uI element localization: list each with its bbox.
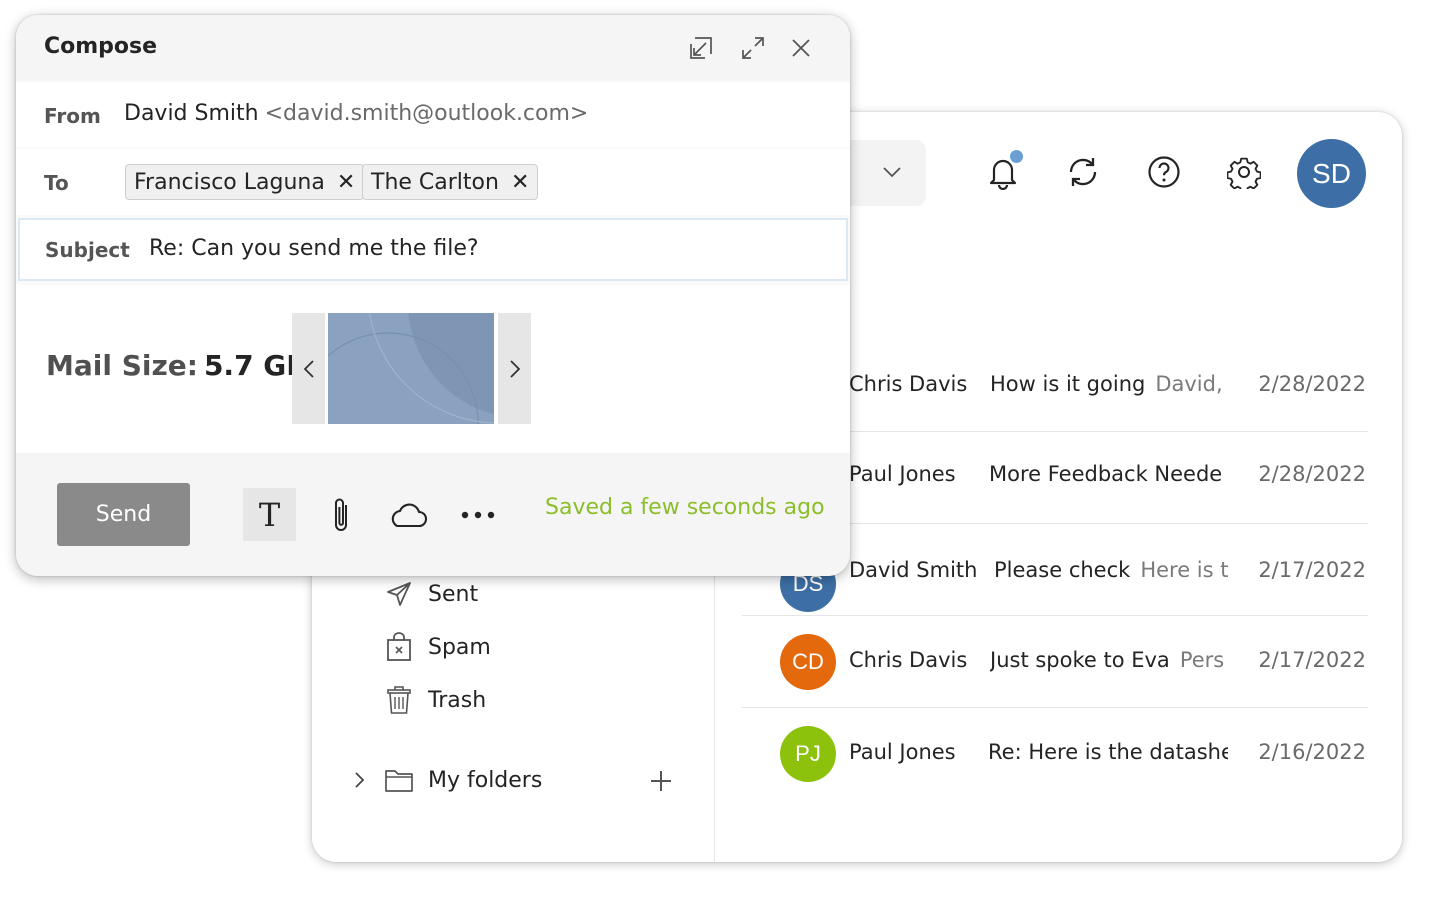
- message-subject-line: More Feedback Neede ...: [989, 462, 1229, 486]
- message-date: 2/28/2022: [1258, 372, 1366, 396]
- format-text-button[interactable]: T: [243, 488, 296, 541]
- message-subject-line: Please check Here is t ...: [994, 558, 1234, 582]
- plus-icon: [651, 771, 671, 791]
- carousel-next-button[interactable]: [498, 313, 531, 424]
- from-name: David Smith: [124, 101, 259, 126]
- to-field[interactable]: To Francisco Laguna ✕ The Carlton ✕: [16, 149, 850, 215]
- from-label: From: [44, 104, 101, 128]
- message-subject: More Feedback Neede ...: [989, 462, 1229, 486]
- from-value[interactable]: David Smith <david.smith@outlook.com>: [124, 101, 588, 126]
- spam-icon: [384, 632, 414, 662]
- folder-item-spam[interactable]: Spam: [384, 629, 491, 665]
- message-preview: Here is t ...: [1140, 558, 1234, 582]
- my-folders-item[interactable]: My folders: [352, 762, 542, 798]
- add-folder-button[interactable]: [648, 768, 674, 794]
- more-icon: [461, 511, 494, 518]
- mail-size: Mail Size: 5.7 GB: [46, 349, 308, 382]
- trash-icon: [384, 685, 414, 715]
- to-label: To: [44, 171, 69, 195]
- folder-item-trash[interactable]: Trash: [384, 682, 486, 718]
- mail-size-label: Mail Size:: [46, 349, 198, 382]
- subject-input[interactable]: Re: Can you send me the file?: [149, 236, 479, 261]
- chevron-left-icon: [303, 359, 314, 378]
- message-preview: Pers ...: [1179, 648, 1230, 672]
- message-subject-line: Just spoke to Eva Pers ...: [990, 648, 1230, 672]
- close-button[interactable]: [785, 32, 817, 64]
- message-subject: Just spoke to Eva: [990, 648, 1170, 672]
- compose-header: Compose: [16, 15, 850, 81]
- message-subject: How is it going: [990, 372, 1146, 396]
- compose-window: Compose From David Smith <david.smith@out…: [16, 15, 850, 576]
- message-body[interactable]: Mail Size: 5.7 GB: [16, 285, 850, 453]
- sender-avatar: PJ: [780, 726, 836, 782]
- recipient-chip[interactable]: The Carlton ✕: [362, 164, 539, 200]
- message-sender: Paul Jones: [849, 740, 956, 764]
- send-icon: [384, 579, 414, 609]
- message-date: 2/17/2022: [1258, 558, 1366, 582]
- remove-recipient-icon[interactable]: ✕: [511, 170, 529, 195]
- remove-recipient-icon[interactable]: ✕: [337, 170, 355, 195]
- folder-label: Sent: [428, 581, 479, 607]
- popout-button[interactable]: [685, 32, 717, 64]
- more-options-button[interactable]: [451, 488, 504, 541]
- attachment-carousel: [292, 313, 531, 424]
- message-sender: David Smith: [849, 558, 978, 582]
- message-preview: David, ...: [1155, 372, 1230, 396]
- message-subject: Re: Here is the datashe ...: [988, 740, 1228, 764]
- attach-button[interactable]: [314, 488, 367, 541]
- compose-title: Compose: [44, 34, 158, 59]
- subject-label: Subject: [45, 238, 130, 262]
- attachment-thumbnail[interactable]: [328, 313, 494, 424]
- message-subject-line: How is it going David, ...: [990, 372, 1230, 396]
- sender-avatar: CD: [780, 634, 836, 690]
- send-button[interactable]: Send: [57, 483, 190, 546]
- popout-icon: [690, 37, 712, 59]
- close-icon: [792, 39, 810, 57]
- saved-status: Saved a few seconds ago: [545, 495, 825, 520]
- my-folders-label: My folders: [428, 767, 543, 793]
- subject-field[interactable]: Subject Re: Can you send me the file?: [18, 218, 848, 281]
- maximize-icon: [742, 37, 764, 59]
- cloud-button[interactable]: [381, 488, 434, 541]
- chevron-right-icon: [509, 359, 520, 378]
- folder-pane: Sent Spam Trash My folders: [312, 572, 715, 862]
- message-sender: Chris Davis: [849, 372, 968, 396]
- recipient-name: Francisco Laguna: [134, 169, 325, 195]
- cloud-icon: [391, 503, 427, 527]
- carousel-prev-button[interactable]: [292, 313, 325, 424]
- recipient-chip[interactable]: Francisco Laguna ✕: [125, 164, 365, 200]
- message-date: 2/17/2022: [1258, 648, 1366, 672]
- text-format-icon: T: [258, 495, 281, 534]
- recipient-name: The Carlton: [371, 169, 499, 195]
- folder-label: Trash: [428, 687, 487, 713]
- message-date: 2/16/2022: [1258, 740, 1366, 764]
- from-field: From David Smith <david.smith@outlook.com…: [16, 83, 850, 147]
- attach-icon: [334, 498, 347, 531]
- message-subject: Please check: [994, 558, 1131, 582]
- folder-label: Spam: [428, 634, 491, 660]
- compose-footer: Send T Saved a few seconds ago: [16, 453, 850, 576]
- message-row[interactable]: CD Chris Davis Just spoke to Eva Pers ...…: [742, 616, 1368, 708]
- message-sender: Chris Davis: [849, 648, 968, 672]
- message-row[interactable]: PJ Paul Jones Re: Here is the datashe ..…: [742, 708, 1368, 800]
- folder-item-sent[interactable]: Sent: [384, 576, 478, 612]
- message-subject-line: Re: Here is the datashe ...: [988, 740, 1228, 764]
- from-email: <david.smith@outlook.com>: [264, 101, 589, 126]
- message-sender: Paul Jones: [849, 462, 956, 486]
- folder-icon: [384, 765, 414, 795]
- message-date: 2/28/2022: [1258, 462, 1366, 486]
- maximize-button[interactable]: [737, 32, 769, 64]
- chevron-right-icon[interactable]: [352, 770, 372, 790]
